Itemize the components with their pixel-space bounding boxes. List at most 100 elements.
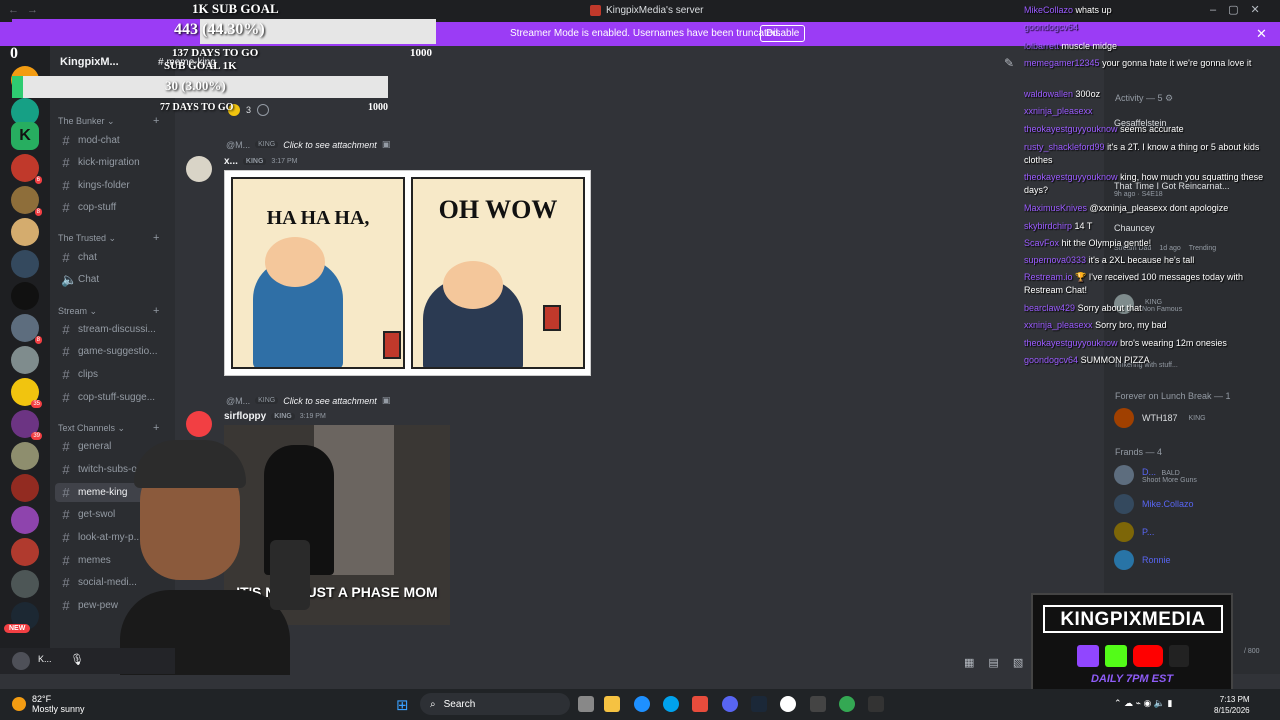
add-channel-icon[interactable]: + [153,305,159,317]
avatar [1114,465,1134,485]
obs-icon[interactable] [810,696,826,712]
server-icon[interactable] [11,346,39,374]
app-icon[interactable] [692,696,708,712]
server-icon[interactable] [11,250,39,278]
avatar [1114,494,1134,514]
member-mike-collazo[interactable]: Mike.Collazo [1114,494,1194,514]
message-reply-preview[interactable]: @M... KING Click to see attachment ▣ [226,395,390,406]
chat-line: skybirdchirp 14 T [1024,221,1093,231]
add-channel-icon[interactable]: + [153,232,159,244]
sub-goal-days: 77 DAYS TO GO [160,102,234,113]
chat-line: memegamer12345 your gonna hate it we're … [1024,58,1252,68]
category-stream[interactable]: Stream ⌄ + [58,305,159,317]
server-icon[interactable] [11,282,39,310]
microphone-icon[interactable]: 🎙 [70,653,84,666]
server-icon[interactable] [11,570,39,598]
pin-icon[interactable]: ✎ [1004,56,1014,70]
server-icon[interactable] [11,474,39,502]
file-explorer-icon[interactable] [604,696,620,712]
gift-icon[interactable]: ▦ [964,656,974,669]
server-icon[interactable] [11,506,39,534]
chat-line: supernova0333 it's a 2XL because he's ta… [1024,255,1195,265]
username[interactable]: K... [38,654,52,664]
task-view-icon[interactable] [578,696,594,712]
meme-image-attachment[interactable]: HA HA HA, OH WOW [224,170,591,376]
disable-streamer-mode-button[interactable]: Disable [760,25,806,42]
server-icon[interactable]: 6 [11,154,42,184]
taskbar-search[interactable]: ⌕ Search [420,693,570,715]
category-the-trusted[interactable]: The Trusted ⌄ + [58,232,159,244]
chrome-icon[interactable] [839,696,855,712]
channel-cop-stuff[interactable]: # cop-stuff [55,198,170,217]
group-header-lunch: Forever on Lunch Break — 1 [1115,391,1231,401]
clock[interactable]: 7:13 PM 8/15/2026 [1214,694,1250,716]
channel-kick-migration[interactable]: # kick-migration [55,153,170,172]
message-author[interactable]: x... KING 3:17 PM [224,156,297,167]
channel-game-suggestions[interactable]: # game-suggestio... [55,342,170,361]
category-text-channels[interactable]: Text Channels ⌄ + [58,422,159,434]
weather-widget[interactable]: 82°F Mostly sunny [12,694,85,714]
avatar[interactable] [186,156,212,182]
server-icon[interactable]: 39 [11,410,42,440]
meme-panel-right: OH WOW [411,177,585,369]
add-channel-icon[interactable]: + [153,422,159,434]
steam-icon[interactable] [751,696,767,712]
start-icon[interactable]: ⊞ [396,696,409,714]
server-icon[interactable] [11,442,39,470]
channel-mod-chat[interactable]: # mod-chat [55,131,170,150]
app-icon[interactable] [663,696,679,712]
avatar[interactable] [186,411,212,437]
message-reply-preview[interactable]: @M... KING Click to see attachment ▣ [226,139,390,150]
channel-clips[interactable]: # clips [55,365,170,384]
sub-goal-progress-bar: 30 (3.00%) [12,76,388,98]
member-wth187[interactable]: WTH187 KING [1114,408,1209,428]
discord-icon[interactable] [722,696,738,712]
channel-kings-folder[interactable]: # kings-folder [55,176,170,195]
hash-icon: # [62,367,70,382]
member-p[interactable]: P... [1114,522,1154,542]
new-badge: NEW [4,624,31,633]
server-rail: 8 K 6 8 8 35 39 NEW [0,46,50,674]
sub-goal-progress-fill [12,19,200,44]
channel-cop-stuff-suggestions[interactable]: # cop-stuff-sugge... [55,388,170,407]
chat-line: theokayestguyyouknow king, how much you … [1024,172,1264,195]
gif-icon[interactable]: ▤ [988,656,998,669]
server-icon[interactable]: 35 [11,378,42,408]
member-ronnie[interactable]: Ronnie [1114,550,1171,570]
server-icon[interactable] [11,538,39,566]
sticker-icon[interactable]: ▧ [1013,656,1023,669]
server-icon[interactable]: 8 [11,186,42,216]
chat-line: goondogcv64 SUMMON PIZZA [1024,355,1150,365]
window-title: KingpixMedia's server [590,5,704,16]
search-icon: ⌕ [430,698,436,710]
edge-icon[interactable] [634,696,650,712]
sub-goal-end: 1000 [410,47,432,59]
message-timestamp: 3:19 PM [299,413,326,420]
hash-icon: # [62,439,70,454]
hash-icon: # [62,344,70,359]
avatar[interactable] [12,652,30,670]
chat-line: MaximusKnives @xxninja_pleasexx dont apo… [1024,203,1229,213]
server-icon[interactable]: 8 [11,314,42,344]
brand-name: KINGPIXMEDIA [1043,605,1223,633]
kick-icon [1105,645,1127,667]
cartoon-glass [543,305,561,331]
channel-chat[interactable]: # chat [55,248,170,267]
system-tray-icons[interactable]: ⌃ ☁ ⌁ ◉ 🔈 ▮ [1114,698,1172,709]
member-d[interactable]: D... BALD Shoot More Guns [1114,465,1197,485]
hash-icon: # [62,598,70,613]
chat-line: bearclaw429 Sorry about that [1024,303,1142,313]
hash-icon: # [62,553,70,568]
server-icon[interactable] [11,218,39,246]
app-icon[interactable] [868,696,884,712]
sub-goal-title: SUB GOAL 1K [164,60,237,72]
sub-goal-secondary: 30 (3.00%) SUB GOAL 1K 77 DAYS TO GO 100… [12,58,390,118]
chat-line: lolbarrett muscle midge [1024,41,1118,51]
voice-channel-chat[interactable]: 🔈 Chat [55,270,170,289]
app-icon[interactable] [780,696,796,712]
message-author[interactable]: sirfloppy KING 3:19 PM [224,411,326,422]
kick-server-icon[interactable]: K [11,122,39,150]
sub-goal-main: 443 (44.30%) 1K SUB GOAL 137 DAYS TO GO … [10,0,437,62]
cartoon-head [265,237,325,287]
channel-stream-discussion[interactable]: # stream-discussi... [55,320,170,339]
